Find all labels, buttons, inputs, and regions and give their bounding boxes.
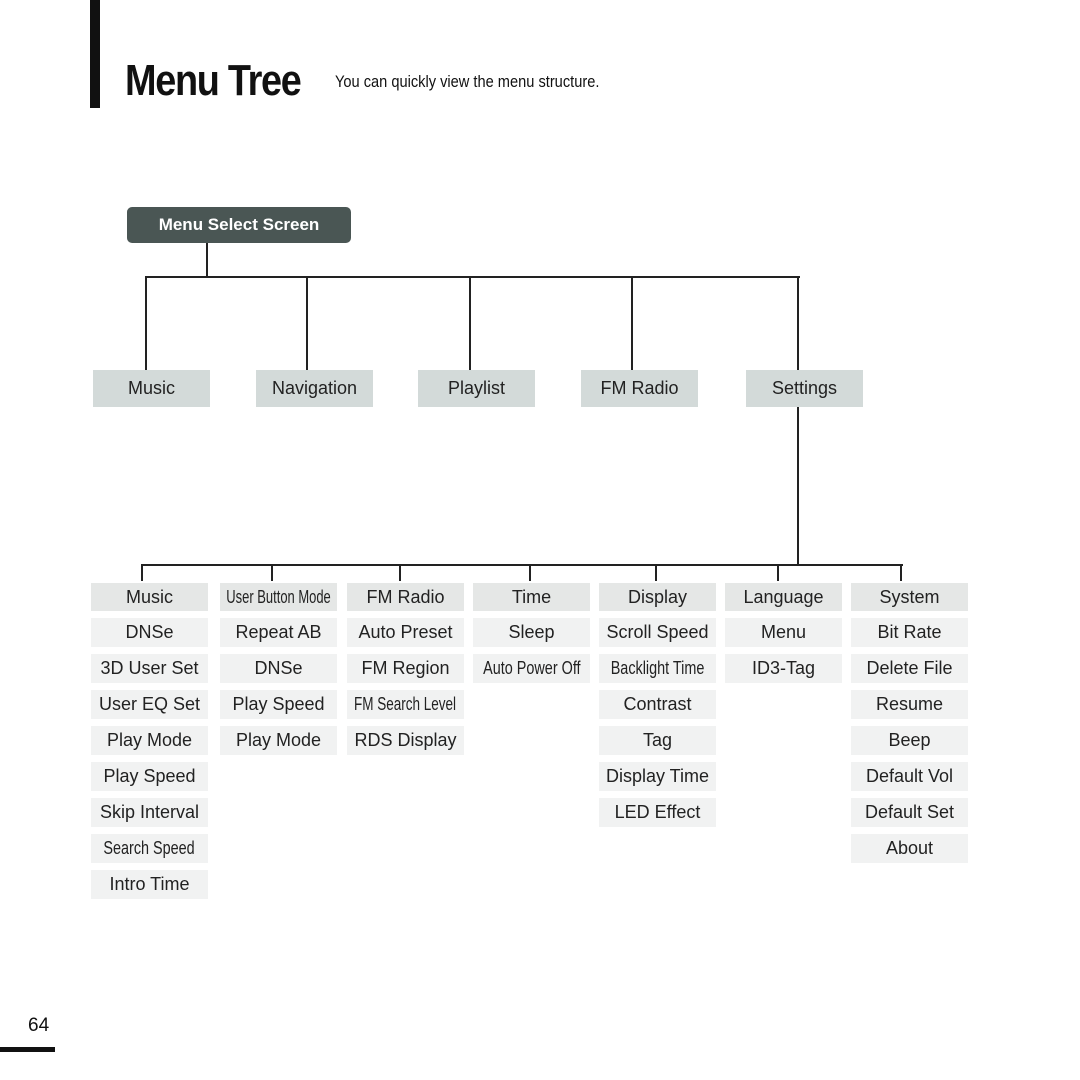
page-title: Menu Tree <box>125 56 302 105</box>
column-header: User Button Mode <box>220 583 337 611</box>
column-header: Language <box>725 583 842 611</box>
column-header-label: User Button Mode <box>226 586 331 607</box>
menu-item: Beep <box>851 726 968 755</box>
connector-top-bus <box>145 276 800 278</box>
menu-item-label: Auto Power Off <box>482 658 581 678</box>
menu-item: RDS Display <box>347 726 464 755</box>
menu-item: User EQ Set <box>91 690 208 719</box>
connector-drop-settings <box>797 276 799 370</box>
menu-item: 3D User Set <box>91 654 208 683</box>
column-header: Music <box>91 583 208 611</box>
menu-item: Intro Time <box>91 870 208 899</box>
top-node-label: Navigation <box>271 378 358 398</box>
top-node-settings: Settings <box>746 370 863 407</box>
menu-item: Auto Preset <box>347 618 464 647</box>
connector-drop-sub-system <box>900 564 902 581</box>
connector-root-stem <box>206 243 208 278</box>
page-number: 64 <box>28 1015 50 1036</box>
settings-column-time: Time Sleep Auto Power Off <box>473 583 590 683</box>
menu-item: Scroll Speed <box>599 618 716 647</box>
menu-item: Delete File <box>851 654 968 683</box>
menu-item-label: Backlight Time <box>610 658 705 678</box>
menu-item: Play Speed <box>91 762 208 791</box>
menu-item: FM Region <box>347 654 464 683</box>
connector-drop-sub-user-button-mode <box>271 564 273 581</box>
menu-item: DNSe <box>220 654 337 683</box>
top-node-label: Music <box>127 378 175 398</box>
menu-item: Display Time <box>599 762 716 791</box>
menu-item: Menu <box>725 618 842 647</box>
column-header: Display <box>599 583 716 611</box>
menu-item: Play Speed <box>220 690 337 719</box>
menu-item: Resume <box>851 690 968 719</box>
connector-drop-fm-radio <box>631 276 633 370</box>
menu-item: ID3-Tag <box>725 654 842 683</box>
menu-item: Repeat AB <box>220 618 337 647</box>
connector-drop-sub-display <box>655 564 657 581</box>
menu-item: Search Speed <box>91 834 208 863</box>
menu-item: Default Set <box>851 798 968 827</box>
connector-drop-music <box>145 276 147 370</box>
connector-drop-navigation <box>306 276 308 370</box>
menu-item: Bit Rate <box>851 618 968 647</box>
connector-settings-bus <box>141 564 903 566</box>
menu-item: FM Search Level <box>347 690 464 719</box>
connector-drop-sub-time <box>529 564 531 581</box>
column-header: System <box>851 583 968 611</box>
menu-item-label: FM Search Level <box>354 694 457 714</box>
connector-drop-sub-language <box>777 564 779 581</box>
page-number-rule <box>0 1047 55 1052</box>
menu-item: Skip Interval <box>91 798 208 827</box>
top-node-label: FM Radio <box>600 378 679 398</box>
top-node-label: Playlist <box>447 378 505 398</box>
menu-item: Contrast <box>599 690 716 719</box>
menu-item: Sleep <box>473 618 590 647</box>
menu-item: DNSe <box>91 618 208 647</box>
connector-drop-sub-fm-radio <box>399 564 401 581</box>
menu-item-label: Search Speed <box>103 838 196 858</box>
settings-column-display: Display Scroll Speed Backlight Time Cont… <box>599 583 716 827</box>
menu-item: Auto Power Off <box>473 654 590 683</box>
top-node-label: Settings <box>771 378 838 398</box>
column-header: Time <box>473 583 590 611</box>
menu-item: LED Effect <box>599 798 716 827</box>
menu-item: Tag <box>599 726 716 755</box>
page-subtitle: You can quickly view the menu structure. <box>335 72 600 91</box>
menu-item: Default Vol <box>851 762 968 791</box>
menu-item: Play Mode <box>91 726 208 755</box>
menu-item: Backlight Time <box>599 654 716 683</box>
root-node-menu-select-screen: Menu Select Screen <box>127 207 351 243</box>
settings-column-user-button-mode: User Button Mode Repeat AB DNSe Play Spe… <box>220 583 337 755</box>
settings-column-system: System Bit Rate Delete File Resume Beep … <box>851 583 968 863</box>
settings-column-language: Language Menu ID3-Tag <box>725 583 842 683</box>
column-header: FM Radio <box>347 583 464 611</box>
menu-item: Play Mode <box>220 726 337 755</box>
title-accent-bar <box>90 0 100 108</box>
top-node-fm-radio: FM Radio <box>581 370 698 407</box>
top-node-navigation: Navigation <box>256 370 373 407</box>
connector-drop-playlist <box>469 276 471 370</box>
settings-column-fm-radio: FM Radio Auto Preset FM Region FM Search… <box>347 583 464 755</box>
connector-drop-sub-music <box>141 564 143 581</box>
menu-item: About <box>851 834 968 863</box>
top-node-music: Music <box>93 370 210 407</box>
top-node-playlist: Playlist <box>418 370 535 407</box>
root-node-label: Menu Select Screen <box>158 215 320 234</box>
settings-column-music: Music DNSe 3D User Set User EQ Set Play … <box>91 583 208 899</box>
connector-settings-stem <box>797 407 799 565</box>
